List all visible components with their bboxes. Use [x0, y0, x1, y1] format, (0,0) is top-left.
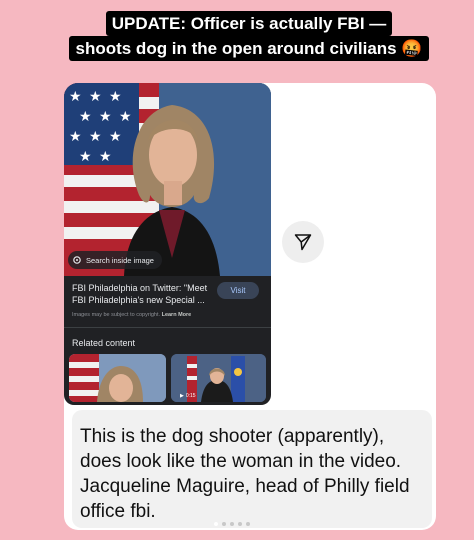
divider: [64, 327, 271, 328]
play-icon: ▶: [180, 393, 184, 399]
carousel-dot[interactable]: [246, 522, 250, 526]
svg-text:★: ★: [99, 149, 112, 165]
copyright-notice: Images may be subject to copyright. Lear…: [72, 312, 191, 318]
video-duration: 0:15: [185, 393, 196, 399]
post-text: This is the dog shooter (apparently), do…: [80, 426, 410, 522]
svg-text:★: ★: [89, 89, 102, 105]
paper-plane-icon: [294, 234, 312, 251]
svg-text:★: ★: [69, 129, 82, 145]
svg-text:★: ★: [109, 89, 122, 105]
caption-line-2: shoots dog in the open around civilians …: [69, 36, 429, 61]
svg-text:★: ★: [109, 129, 122, 145]
svg-text:★: ★: [79, 109, 92, 125]
carousel-dot[interactable]: [214, 522, 218, 526]
thumbnail-image: [69, 354, 166, 402]
post-text-card: This is the dog shooter (apparently), do…: [72, 410, 432, 528]
learn-more-link[interactable]: Learn More: [162, 312, 192, 318]
copyright-notice-text: Images may be subject to copyright.: [72, 312, 161, 318]
carousel-dot[interactable]: [230, 522, 234, 526]
related-video-thumbnail[interactable]: ▶ 0:15: [171, 354, 266, 402]
carousel-indicator: [214, 522, 250, 526]
carousel-dot[interactable]: [238, 522, 242, 526]
source-title-link[interactable]: FBI Philadelphia on Twitter: "Meet FBI P…: [72, 282, 212, 306]
visit-button[interactable]: Visit: [217, 282, 259, 299]
svg-text:★: ★: [119, 109, 132, 125]
lens-icon: [73, 256, 81, 264]
related-content-heading: Related content: [72, 338, 136, 348]
svg-text:★: ★: [69, 89, 82, 105]
related-thumbnail[interactable]: [69, 354, 166, 402]
svg-text:★: ★: [79, 149, 92, 165]
post-caption: UPDATE: Officer is actually FBI — shoots…: [64, 11, 434, 61]
share-button[interactable]: [282, 221, 324, 263]
portrait-illustration: ★ ★ ★ ★ ★ ★ ★ ★ ★ ★ ★: [64, 83, 271, 276]
result-image[interactable]: ★ ★ ★ ★ ★ ★ ★ ★ ★ ★ ★ Search inside image: [64, 83, 271, 276]
carousel-dot[interactable]: [222, 522, 226, 526]
search-inside-image-chip[interactable]: Search inside image: [68, 251, 162, 269]
search-chip-label: Search inside image: [86, 255, 154, 265]
google-lens-panel: ★ ★ ★ ★ ★ ★ ★ ★ ★ ★ ★ Search inside image: [64, 83, 271, 405]
post-card: ★ ★ ★ ★ ★ ★ ★ ★ ★ ★ ★ Search inside image: [64, 83, 436, 530]
svg-text:★: ★: [89, 129, 102, 145]
video-duration-badge: ▶ 0:15: [180, 393, 196, 399]
caption-line-1: UPDATE: Officer is actually FBI —: [105, 11, 393, 36]
svg-text:★: ★: [99, 109, 112, 125]
